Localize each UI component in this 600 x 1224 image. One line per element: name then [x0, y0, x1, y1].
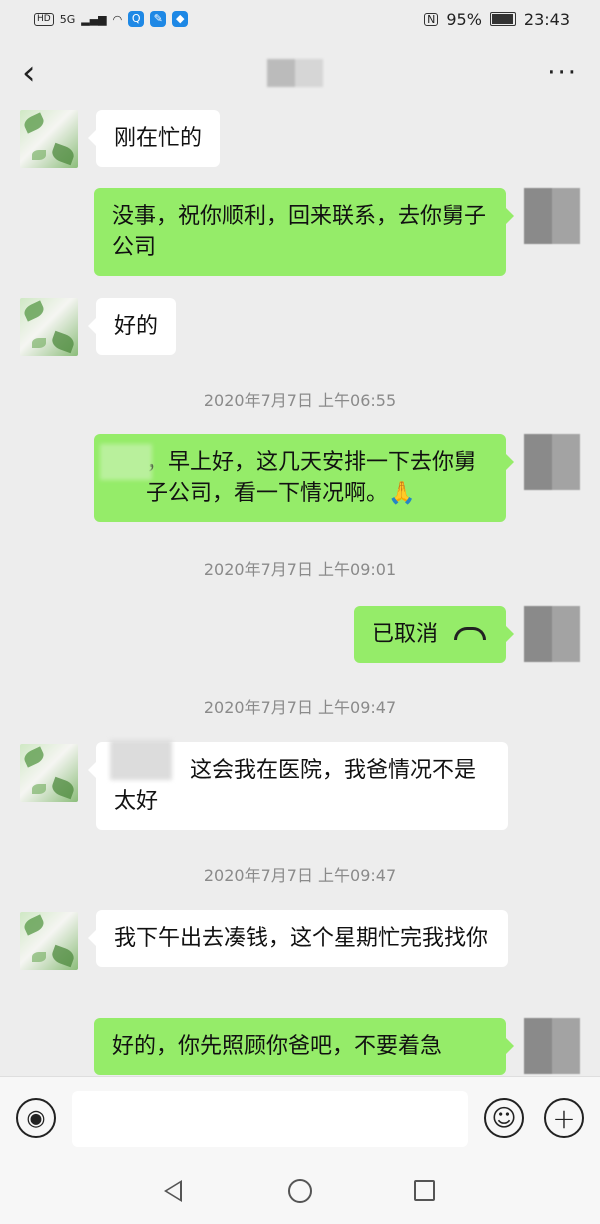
- shield-app-icon: ◆: [172, 11, 189, 27]
- message-bubble-incoming[interactable]: 我下午出去凑钱，这个星期忙完我找你: [88, 910, 508, 967]
- network-indicator: 5G: [59, 12, 76, 26]
- system-nav-bar: [0, 1158, 600, 1224]
- timestamp: 2020年7月7日 上午06:55: [203, 391, 397, 410]
- hd-indicator: HD: [34, 12, 54, 26]
- status-bar: HD 5G ▂▄▆ ◠ Q ✎ ◆ N 95% 23:43: [0, 0, 600, 38]
- my-avatar[interactable]: [524, 188, 580, 244]
- call-cancelled-bubble[interactable]: 已取消: [354, 606, 514, 663]
- input-bar: ◉ ☺ +: [0, 1076, 600, 1159]
- message-bubble-outgoing[interactable]: 没事，祝你顺利，回来联系，去你舅子公司: [94, 188, 514, 276]
- redacted-name-patch: [110, 740, 172, 780]
- contact-avatar[interactable]: [20, 110, 78, 168]
- call-status-text: 已取消: [372, 622, 439, 647]
- chat-header: ‹ ···: [0, 38, 600, 108]
- battery-icon: [489, 12, 516, 26]
- message-bubble-incoming[interactable]: 好的: [87, 298, 177, 355]
- my-avatar[interactable]: [524, 606, 580, 662]
- nav-recents-icon[interactable]: [414, 1180, 435, 1201]
- contact-avatar[interactable]: [20, 912, 78, 970]
- redacted-name-patch: [100, 444, 152, 480]
- wifi-icon: ◠: [112, 12, 123, 26]
- battery-percent: 95%: [446, 9, 482, 29]
- nav-home-icon[interactable]: [288, 1179, 312, 1203]
- timestamp: 2020年7月7日 上午09:47: [203, 866, 397, 885]
- status-left: HD 5G ▂▄▆ ◠ Q ✎ ◆: [34, 11, 189, 27]
- phone-hangup-icon: [454, 626, 487, 640]
- nfc-icon: N: [424, 12, 439, 26]
- emoji-icon[interactable]: ☺: [484, 1098, 524, 1138]
- timestamp: 2020年7月7日 上午09:01: [203, 560, 397, 579]
- more-options-icon[interactable]: ···: [538, 58, 578, 88]
- app-notification-icon: ✎: [150, 11, 167, 27]
- voice-icon[interactable]: ◉: [16, 1098, 56, 1138]
- message-bubble-outgoing[interactable]: ，早上好，这几天安排一下去你舅子公司，看一下情况啊。🙏: [94, 434, 514, 522]
- contact-avatar[interactable]: [20, 298, 78, 356]
- plus-icon[interactable]: +: [544, 1098, 584, 1138]
- contact-avatar[interactable]: [20, 744, 78, 802]
- signal-icon: ▂▄▆: [81, 12, 107, 26]
- message-bubble-incoming[interactable]: 刚在忙的: [87, 110, 221, 167]
- timestamp: 2020年7月7日 上午09:47: [203, 698, 397, 717]
- message-input[interactable]: [72, 1091, 468, 1147]
- message-bubble-outgoing[interactable]: 好的，你先照顾你爸吧，不要着急: [94, 1018, 514, 1075]
- contact-name-redacted: [267, 59, 323, 87]
- battery-level: [491, 14, 513, 24]
- back-icon[interactable]: ‹: [22, 56, 52, 90]
- nav-back-icon-inner: [167, 1183, 180, 1199]
- status-right: N 95% 23:43: [424, 10, 570, 29]
- my-avatar[interactable]: [524, 434, 580, 490]
- chat-messages[interactable]: 刚在忙的 没事，祝你顺利，回来联系，去你舅子公司 好的 2020年7月7日 上午…: [0, 108, 600, 1076]
- clock: 23:43: [523, 9, 570, 29]
- search-app-icon: Q: [128, 11, 145, 27]
- my-avatar[interactable]: [524, 1018, 580, 1074]
